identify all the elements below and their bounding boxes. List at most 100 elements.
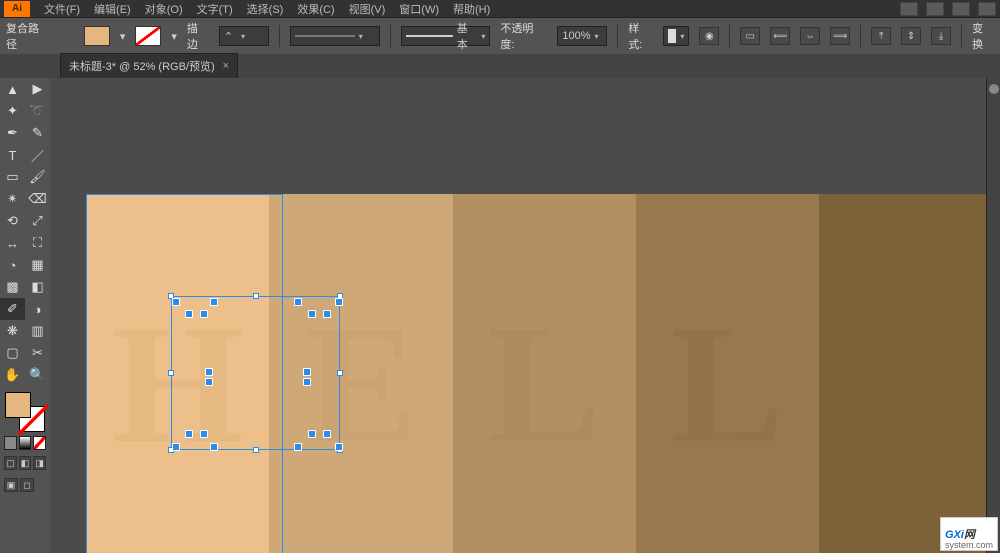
width-tool[interactable]: ↔ <box>0 232 25 254</box>
type-tool[interactable]: T <box>0 144 25 166</box>
color-mode-gradient[interactable] <box>19 436 32 450</box>
stock-icon[interactable] <box>926 2 944 16</box>
recolor-icon[interactable]: ◉ <box>699 27 719 45</box>
stroke-dropdown-icon[interactable]: ▾ <box>171 30 177 43</box>
anchor-point[interactable] <box>308 310 316 318</box>
anchor-point[interactable] <box>335 298 343 306</box>
zoom-tool[interactable]: 🔍 <box>25 364 50 386</box>
eraser-tool[interactable]: ⌫ <box>25 188 50 210</box>
stripe-1[interactable]: H <box>86 194 269 553</box>
lasso-tool[interactable]: ➰ <box>25 100 50 122</box>
anchor-point[interactable] <box>185 430 193 438</box>
menu-type[interactable]: 文字(T) <box>197 1 233 17</box>
rectangle-tool[interactable]: ▭ <box>0 166 25 188</box>
letter-l2[interactable]: L <box>671 287 784 482</box>
letter-l1[interactable]: L <box>488 287 601 482</box>
anchor-point[interactable] <box>303 368 311 376</box>
draw-normal-icon[interactable]: ▢ <box>4 456 17 470</box>
stroke-swatch[interactable] <box>135 26 161 46</box>
anchor-point[interactable] <box>308 430 316 438</box>
align-middle-icon[interactable]: ⇕ <box>901 27 921 45</box>
artboard[interactable]: H E L L D <box>86 194 1000 553</box>
anchor-point[interactable] <box>210 443 218 451</box>
anchor-point[interactable] <box>172 443 180 451</box>
fill-swatch[interactable] <box>84 26 110 46</box>
scale-tool[interactable]: ⤢ <box>25 210 50 232</box>
perspective-tool[interactable]: ▦ <box>25 254 50 276</box>
anchor-point[interactable] <box>210 298 218 306</box>
anchor-point[interactable] <box>323 430 331 438</box>
column-graph-tool[interactable]: ▥ <box>25 320 50 342</box>
mesh-tool[interactable]: ▩ <box>0 276 25 298</box>
slice-tool[interactable]: ✂ <box>25 342 50 364</box>
rotate-tool[interactable]: ⟲ <box>0 210 25 232</box>
align-left-icon[interactable]: ⟸ <box>770 27 790 45</box>
opacity-input[interactable]: 100%▾ <box>557 26 607 46</box>
gradient-tool[interactable]: ◧ <box>25 276 50 298</box>
anchor-point[interactable] <box>323 310 331 318</box>
align-button-1[interactable]: ▭ <box>740 27 760 45</box>
anchor-point[interactable] <box>294 443 302 451</box>
hand-tool[interactable]: ✋ <box>0 364 25 386</box>
menu-edit[interactable]: 编辑(E) <box>94 1 131 17</box>
anchor-point[interactable] <box>200 430 208 438</box>
pen-tool[interactable]: ✒ <box>0 122 25 144</box>
curvature-tool[interactable]: ✎ <box>25 122 50 144</box>
stripe-4[interactable]: L <box>636 194 819 553</box>
letter-e[interactable]: E <box>304 287 417 482</box>
menu-file[interactable]: 文件(F) <box>44 1 80 17</box>
paintbrush-tool[interactable]: 🖌 <box>25 166 50 188</box>
menu-view[interactable]: 视图(V) <box>349 1 386 17</box>
fill-dropdown-icon[interactable]: ▾ <box>120 30 126 43</box>
menu-help[interactable]: 帮助(H) <box>453 1 490 17</box>
transform-label[interactable]: 变换 <box>972 20 994 52</box>
brush-dropdown[interactable]: 基本▾ <box>401 26 491 46</box>
arrange-icon[interactable] <box>952 2 970 16</box>
stroke-weight-input[interactable]: ⌃▾ <box>219 26 269 46</box>
artboard-tool[interactable]: ▢ <box>0 342 25 364</box>
screen-mode-icon[interactable]: ▣ <box>4 478 18 492</box>
symbol-sprayer-tool[interactable]: ❋ <box>0 320 25 342</box>
stroke-profile-dropdown[interactable]: ▾ <box>290 26 380 46</box>
anchor-point[interactable] <box>205 368 213 376</box>
color-mode-none[interactable] <box>33 436 46 450</box>
screen-mode-2-icon[interactable]: ◻ <box>20 478 34 492</box>
shape-builder-tool[interactable]: ◔ <box>0 254 25 276</box>
selection-tool[interactable]: ▲ <box>0 78 25 100</box>
panel-toggle-icon[interactable] <box>989 84 999 94</box>
anchor-point[interactable] <box>294 298 302 306</box>
style-dropdown[interactable]: ▾ <box>663 26 689 46</box>
bridge-icon[interactable] <box>900 2 918 16</box>
anchor-point[interactable] <box>172 298 180 306</box>
stripe-5[interactable] <box>819 194 1000 553</box>
anchor-point[interactable] <box>205 378 213 386</box>
free-transform-tool[interactable]: ⛶ <box>25 232 50 254</box>
magic-wand-tool[interactable]: ✦ <box>0 100 25 122</box>
right-panel-collapsed[interactable] <box>986 78 1000 553</box>
color-mode-solid[interactable] <box>4 436 17 450</box>
anchor-point[interactable] <box>303 378 311 386</box>
menu-effect[interactable]: 效果(C) <box>297 1 334 17</box>
draw-inside-icon[interactable]: ◨ <box>33 456 46 470</box>
menu-window[interactable]: 窗口(W) <box>399 1 439 17</box>
direct-selection-tool[interactable]: ▶ <box>25 78 50 100</box>
menu-select[interactable]: 选择(S) <box>247 1 284 17</box>
canvas[interactable]: H E L L D <box>50 78 1000 553</box>
align-top-icon[interactable]: ⤒ <box>871 27 891 45</box>
align-right-icon[interactable]: ⟹ <box>830 27 850 45</box>
align-center-h-icon[interactable]: ⇔ <box>800 27 820 45</box>
stripe-3[interactable]: L <box>453 194 636 553</box>
align-bottom-icon[interactable]: ⤓ <box>931 27 951 45</box>
line-tool[interactable]: ／ <box>25 144 50 166</box>
menu-object[interactable]: 对象(O) <box>145 1 183 17</box>
document-tab[interactable]: 未标题-3* @ 52% (RGB/预览) × <box>60 53 238 78</box>
tab-close-icon[interactable]: × <box>223 60 229 72</box>
letter-h[interactable]: H <box>112 287 244 482</box>
search-icon[interactable] <box>978 2 996 16</box>
blend-tool[interactable]: ◑ <box>25 298 50 320</box>
anchor-point[interactable] <box>185 310 193 318</box>
anchor-point[interactable] <box>200 310 208 318</box>
shaper-tool[interactable]: ✴ <box>0 188 25 210</box>
anchor-point[interactable] <box>335 443 343 451</box>
stripe-2[interactable]: E <box>269 194 452 553</box>
